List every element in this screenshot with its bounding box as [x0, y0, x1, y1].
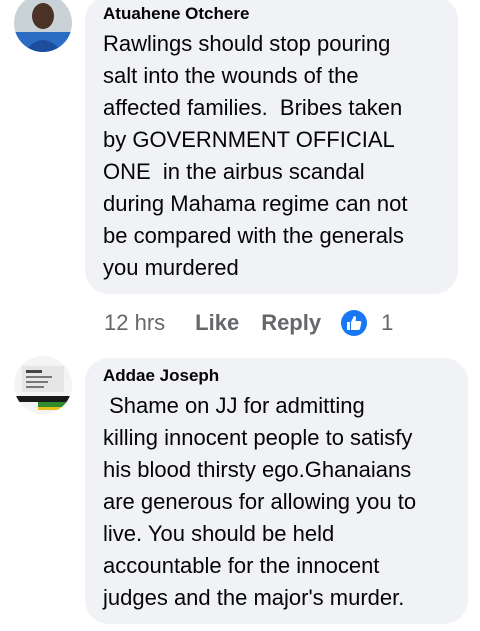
profile-photo	[14, 0, 72, 52]
like-button[interactable]: Like	[195, 310, 239, 336]
comment-bubble: Atuahene Otchere Rawlings should stop po…	[85, 0, 458, 294]
reply-button[interactable]: Reply	[261, 310, 321, 336]
avatar[interactable]	[14, 0, 72, 52]
avatar[interactable]	[14, 356, 72, 414]
comment-author[interactable]: Addae Joseph	[103, 366, 452, 386]
reaction-summary[interactable]: 1	[341, 310, 393, 336]
comment-text: Rawlings should stop pouring salt into t…	[103, 31, 408, 280]
reaction-count: 1	[381, 310, 394, 335]
comment-bubble: Addae Joseph Shame on JJ for admitting k…	[85, 358, 468, 624]
comment-actions: 12 hrs Like Reply 1	[104, 308, 393, 338]
profile-photo	[14, 356, 72, 414]
comment-text: Shame on JJ for admitting killing innoce…	[103, 393, 417, 610]
comment-timestamp[interactable]: 12 hrs	[104, 310, 165, 336]
like-icon	[341, 310, 368, 336]
comment-author[interactable]: Atuahene Otchere	[103, 4, 442, 24]
